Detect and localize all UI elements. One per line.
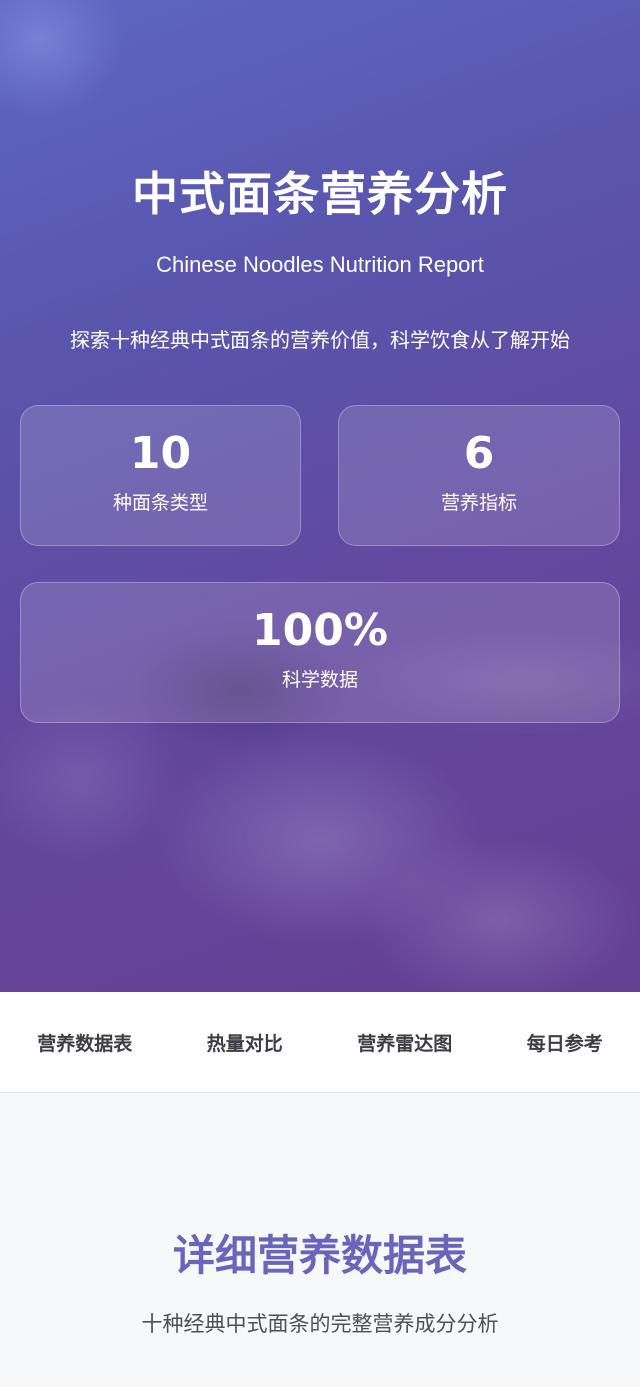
nav-item-nutrition-table[interactable]: 营养数据表 <box>37 1029 132 1056</box>
stat-card-scientific-data: 100% 科学数据 <box>20 582 620 723</box>
page-subtitle: Chinese Noodles Nutrition Report <box>156 252 484 277</box>
stat-value: 100% <box>252 605 388 656</box>
nav-item-calorie-comparison[interactable]: 热量对比 <box>207 1029 283 1056</box>
stat-label: 种面条类型 <box>112 492 208 514</box>
section-subtitle: 十种经典中式面条的完整营养成分分析 <box>141 1312 499 1336</box>
section-nav: 营养数据表 热量对比 营养雷达图 每日参考 <box>0 992 640 1093</box>
stat-label: 科学数据 <box>281 669 358 691</box>
nav-item-daily-reference[interactable]: 每日参考 <box>527 1029 603 1056</box>
nutrition-table-section: 详细营养数据表 十种经典中式面条的完整营养成分分析 <box>0 1094 640 1387</box>
nav-item-nutrition-radar[interactable]: 营养雷达图 <box>357 1029 452 1056</box>
stat-card-nutrition-metrics: 6 营养指标 <box>338 405 620 546</box>
stat-label: 营养指标 <box>440 492 517 514</box>
hero-description: 探索十种经典中式面条的营养价值，科学饮食从了解开始 <box>70 328 570 352</box>
section-title: 详细营养数据表 <box>172 1231 467 1280</box>
page-title: 中式面条营养分析 <box>132 167 508 221</box>
stat-card-noodle-types: 10 种面条类型 <box>20 405 301 546</box>
stat-value: 10 <box>129 428 192 479</box>
stat-value: 6 <box>463 428 495 479</box>
hero-banner: 中式面条营养分析 Chinese Noodles Nutrition Repor… <box>0 0 640 992</box>
